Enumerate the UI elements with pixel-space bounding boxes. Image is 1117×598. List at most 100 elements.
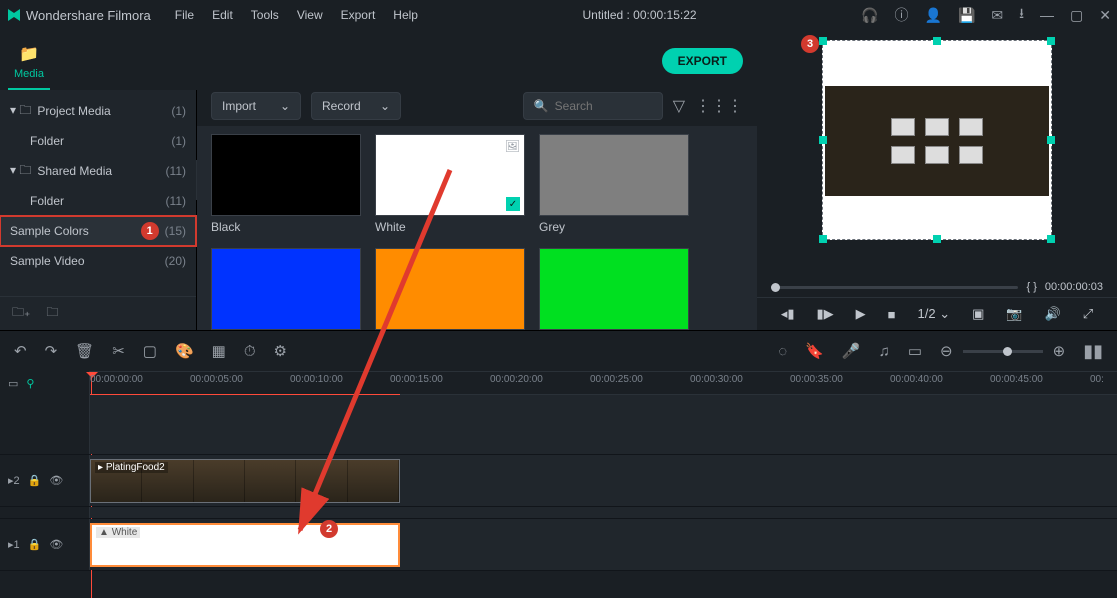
sync-icon[interactable]: ▭	[8, 377, 18, 390]
color-thumb-orange[interactable]: Orange	[375, 248, 525, 330]
video-clip[interactable]: ▸ PlatingFood2	[90, 459, 400, 503]
info-icon[interactable]: ⓘ	[895, 5, 909, 25]
resize-handle[interactable]	[933, 37, 941, 45]
video-track-body[interactable]: ▸ PlatingFood2	[90, 455, 1117, 506]
track-menu-icon[interactable]: ▸2	[8, 474, 20, 487]
menu-help[interactable]: Help	[393, 8, 418, 22]
timeline-ruler[interactable]: ✂ 00:00:00:0000:00:05:0000:00:10:0000:00…	[90, 371, 1117, 395]
white-clip[interactable]: ▲ White	[90, 523, 400, 567]
play-icon[interactable]: ▶	[856, 306, 866, 322]
visibility-icon[interactable]: 👁	[49, 474, 63, 487]
grid-view-icon[interactable]: ⋮⋮⋮	[695, 96, 743, 116]
step-back-icon[interactable]: ◂▮	[781, 306, 795, 322]
lock-icon[interactable]: 🔒	[28, 474, 42, 487]
color-thumb-green[interactable]: Green	[539, 248, 689, 330]
resize-handle[interactable]	[819, 37, 827, 45]
tab-audio[interactable]: ♫Audio	[209, 32, 249, 78]
preview-scrubber[interactable]	[771, 286, 1018, 289]
overlay-track[interactable]: ▸1 🔒 👁 ▲ White	[0, 519, 1117, 571]
track-icon[interactable]: ▭	[908, 342, 922, 360]
snapshot-icon[interactable]: 📷	[1006, 306, 1022, 322]
record-dropdown[interactable]: Record⌄	[311, 92, 401, 120]
tree-shared-media[interactable]: ▾ 🗀 Shared Media(11)	[0, 156, 196, 186]
menu-tools[interactable]: Tools	[251, 8, 279, 22]
tree-project-media[interactable]: ▾ 🗀 Project Media(1)	[0, 96, 196, 126]
new-folder-icon[interactable]: 🗀₊	[12, 303, 30, 324]
magnet-icon[interactable]: ⚲	[26, 377, 34, 390]
render-icon[interactable]: ◌	[778, 343, 787, 360]
maximize-icon[interactable]: ▢	[1070, 7, 1083, 24]
tab-transition[interactable]: ⤨Transition	[339, 32, 399, 78]
tab-media[interactable]: 📁Media	[8, 40, 50, 90]
tab-titles[interactable]: TTitles	[275, 32, 313, 78]
tab-elements[interactable]: ❐Elements	[496, 30, 554, 78]
tab-effects[interactable]: ✦Effects	[425, 30, 470, 78]
resize-handle[interactable]	[933, 235, 941, 243]
color-icon[interactable]: 🎨	[175, 342, 194, 360]
zoom-in-icon[interactable]: ⊕	[1053, 342, 1066, 360]
tree-sample-video[interactable]: Sample Video(20)	[0, 246, 196, 276]
menu-export[interactable]: Export	[341, 8, 376, 22]
fullscreen-icon[interactable]: ⤢	[1083, 306, 1093, 322]
import-dropdown[interactable]: Import⌄	[211, 92, 301, 120]
zoom-slider[interactable]	[963, 350, 1043, 353]
ruler-mark: 00:00:20:00	[490, 374, 543, 385]
ruler-mark: 00:00:00:00	[90, 374, 143, 385]
zoom-out-icon[interactable]: ⊖	[940, 342, 953, 360]
headset-icon[interactable]: 🎧	[861, 7, 878, 24]
elements-icon: ❐	[518, 34, 532, 54]
video-track[interactable]: ▸2 🔒 👁 ▸ PlatingFood2	[0, 455, 1117, 507]
minimize-icon[interactable]: —	[1040, 7, 1054, 23]
lock-icon[interactable]: 🔒	[28, 538, 42, 551]
redo-icon[interactable]: ↷	[45, 342, 58, 360]
color-thumb-black[interactable]: Black	[211, 134, 361, 234]
tree-sample-colors[interactable]: Sample Colors1(15)	[0, 216, 196, 246]
menu-edit[interactable]: Edit	[212, 8, 233, 22]
overlay-track-body[interactable]: ▲ White	[90, 519, 1117, 570]
export-button[interactable]: EXPORT	[662, 48, 743, 74]
visibility-icon[interactable]: 👁	[49, 538, 63, 551]
greenscreen-icon[interactable]: ▦	[212, 342, 226, 360]
fit-icon[interactable]: ▮▮	[1083, 341, 1103, 362]
delete-icon[interactable]: 🗑	[75, 342, 94, 360]
stop-icon[interactable]: ▮▶	[817, 306, 834, 322]
undo-icon[interactable]: ↶	[14, 342, 27, 360]
left-panel: 📁Media ▾ 🗀 Project Media(1) Folder(1) ▾ …	[0, 30, 197, 330]
track-menu-icon[interactable]: ▸1	[8, 538, 20, 551]
tree-project-folder[interactable]: Folder(1)	[0, 126, 196, 156]
titles-icon: T	[289, 36, 299, 54]
menu-view[interactable]: View	[297, 8, 323, 22]
crop-icon[interactable]: ▢	[143, 342, 157, 360]
speed-dropdown[interactable]: 1/2 ⌄	[918, 306, 951, 322]
menu-file[interactable]: File	[175, 8, 194, 22]
mic-icon[interactable]: 🎤	[842, 342, 861, 360]
resize-handle[interactable]	[819, 136, 827, 144]
filter-icon[interactable]: ▽	[673, 96, 685, 116]
mail-icon[interactable]: ✉	[991, 7, 1003, 24]
save-icon[interactable]: 💾	[958, 7, 975, 24]
user-icon[interactable]: 👤	[925, 7, 942, 24]
open-folder-icon[interactable]: 🗀	[46, 303, 58, 324]
cut-icon[interactable]: ✂	[112, 342, 125, 360]
pause-icon[interactable]: ■	[888, 307, 896, 322]
tab-splitscreen[interactable]: ▦Split Screen	[580, 30, 651, 78]
color-thumb-blue[interactable]: Blue	[211, 248, 361, 330]
resize-handle[interactable]	[819, 235, 827, 243]
color-thumb-grey[interactable]: Grey	[539, 134, 689, 234]
color-thumb-white[interactable]: 🖼✓White	[375, 134, 525, 234]
search-input[interactable]	[555, 99, 652, 113]
mixer-icon[interactable]: ♫	[879, 343, 890, 360]
resize-handle[interactable]	[1047, 37, 1055, 45]
download-icon[interactable]: ⭳	[1019, 3, 1024, 27]
volume-icon[interactable]: 🔊	[1045, 306, 1061, 322]
resize-handle[interactable]	[1047, 235, 1055, 243]
speed-icon[interactable]: ⏱	[244, 343, 256, 360]
resize-handle[interactable]	[1047, 136, 1055, 144]
safe-zone-icon[interactable]: ▣	[972, 306, 984, 322]
marker-icon[interactable]: 🔖	[805, 342, 824, 360]
preview-canvas[interactable]: 3	[822, 40, 1052, 240]
adjust-icon[interactable]: ⚙	[274, 342, 287, 360]
close-icon[interactable]: ✕	[1099, 7, 1111, 24]
tree-shared-folder[interactable]: Folder(11)	[0, 186, 196, 216]
search-field[interactable]: 🔍	[523, 92, 663, 120]
